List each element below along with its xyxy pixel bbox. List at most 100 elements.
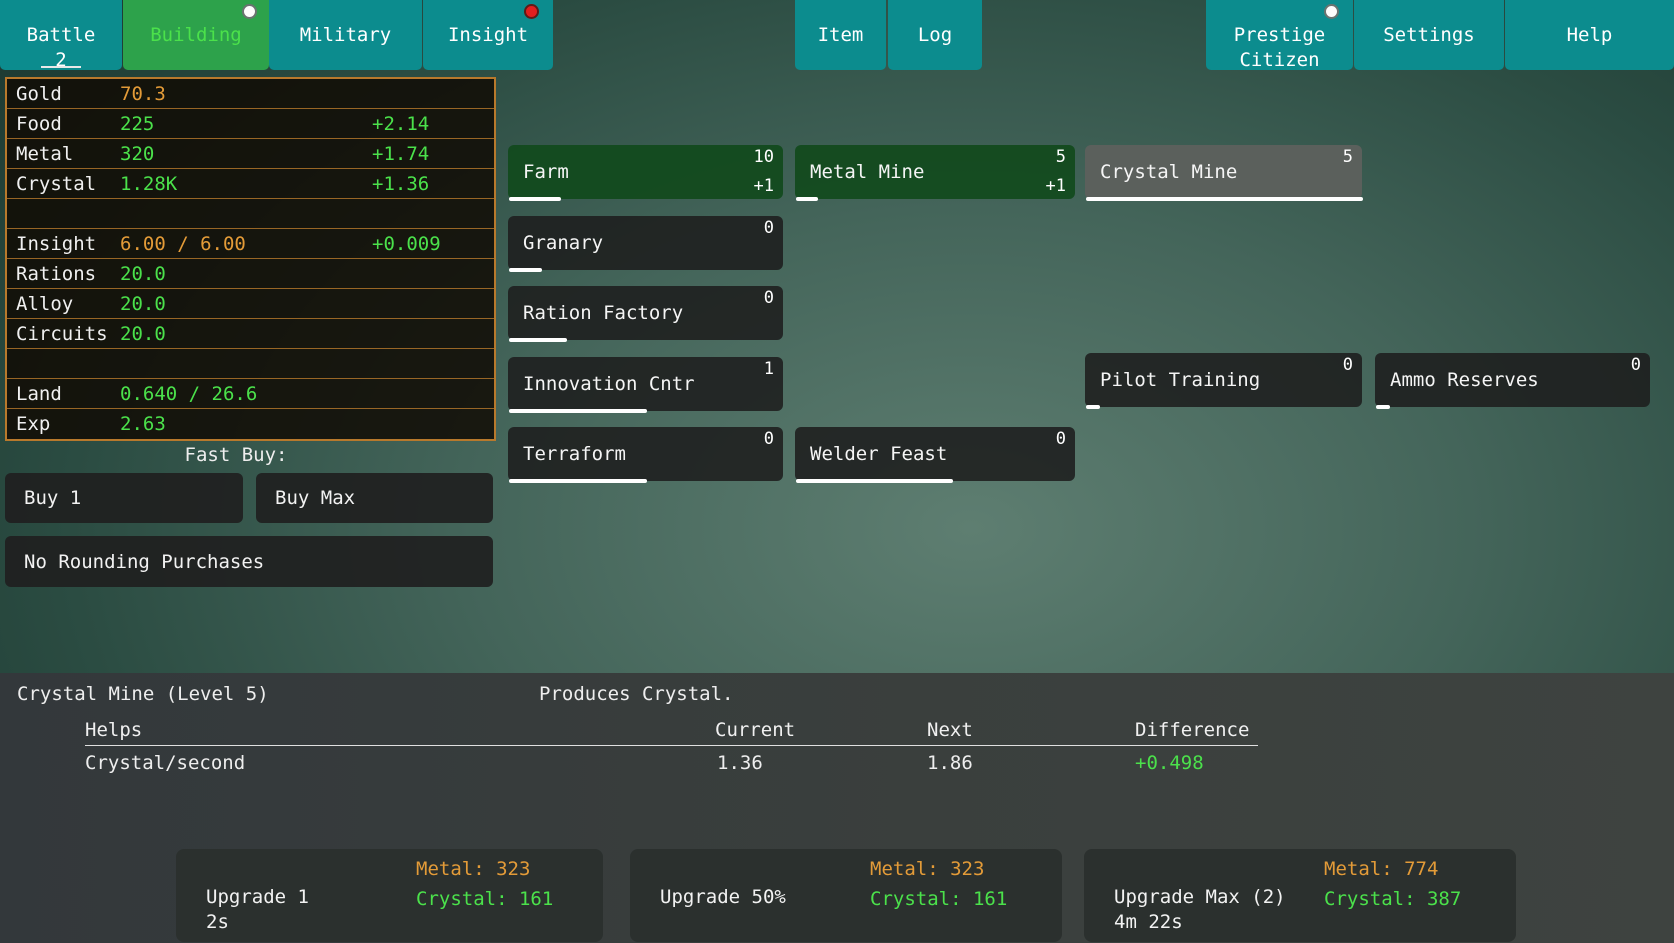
resource-value: 6.00 / 6.00 (120, 233, 246, 255)
building-count: 0 (1343, 355, 1353, 375)
resource-row-metal: Metal 320 +1.74 (7, 139, 494, 169)
upgrade-time: 2s (206, 910, 309, 935)
building-progress-bar (796, 197, 818, 201)
resource-spacer-row (7, 349, 494, 379)
building-name: Granary (523, 232, 603, 254)
resource-value: 20.0 (120, 263, 166, 285)
fast-buy-label: Fast Buy: (136, 444, 336, 466)
tab-help[interactable]: Help (1505, 0, 1674, 70)
buy-1-label: Buy 1 (24, 487, 81, 509)
building-plus-indicator: +1 (1046, 176, 1066, 196)
building-count: 0 (764, 429, 774, 449)
resource-panel: Gold 70.3 Food 225 +2.14 Metal 320 +1.74… (5, 77, 496, 441)
no-rounding-label: No Rounding Purchases (24, 551, 264, 573)
metal-cost: Metal: 774 (1324, 854, 1461, 884)
building-terraform-button[interactable]: Terraform 0 (508, 427, 783, 481)
resource-label: Land (16, 383, 120, 405)
tab-prestige[interactable]: Prestige Citizen (1206, 0, 1353, 70)
resource-value: 2.63 (120, 413, 166, 435)
table-row-next: 1.86 (927, 752, 973, 774)
resource-row-rations: Rations 20.0 (7, 259, 494, 289)
insight-alert-dot-icon (524, 4, 539, 19)
upgrade-50-percent-button[interactable]: Metal: 323 Crystal: 161 Upgrade 50% (630, 849, 1062, 942)
building-name: Metal Mine (810, 161, 924, 183)
buy-max-label: Buy Max (275, 487, 355, 509)
table-header-next: Next (927, 719, 973, 741)
resource-label: Alloy (16, 293, 120, 315)
table-header-divider (85, 745, 1258, 746)
building-crystal-mine-button[interactable]: Crystal Mine 5 (1085, 145, 1362, 199)
tab-settings[interactable]: Settings (1354, 0, 1504, 70)
tab-battle[interactable]: Battle 2 (0, 0, 122, 70)
resource-row-crystal: Crystal 1.28K +1.36 (7, 169, 494, 199)
tab-insight-label: Insight (448, 23, 528, 48)
resource-spacer-row (7, 199, 494, 229)
resource-row-land: Land 0.640 / 26.6 (7, 379, 494, 409)
resource-value: 0.640 / 26.6 (120, 383, 257, 405)
resource-value: 20.0 (120, 293, 166, 315)
tab-item[interactable]: Item (795, 0, 886, 70)
table-row-label: Crystal/second (85, 752, 245, 774)
building-progress-bar (1086, 197, 1363, 201)
resource-rate: +2.14 (372, 113, 429, 135)
building-count: 0 (764, 288, 774, 308)
tab-building-label: Building (150, 23, 242, 48)
resource-label: Circuits (16, 323, 120, 345)
resource-value: 320 (120, 143, 154, 165)
tab-log[interactable]: Log (888, 0, 982, 70)
table-row-current: 1.36 (717, 752, 763, 774)
building-progress-bar (509, 409, 647, 413)
tab-insight[interactable]: Insight (423, 0, 553, 70)
upgrade-1-button[interactable]: Metal: 323 Crystal: 161 Upgrade 1 2s (176, 849, 603, 942)
upgrade-costs: Metal: 323 Crystal: 161 (870, 854, 1007, 914)
building-metal-mine-button[interactable]: Metal Mine 5 +1 (795, 145, 1075, 199)
upgrade-costs: Metal: 774 Crystal: 387 (1324, 854, 1461, 914)
tab-item-label: Item (818, 23, 864, 48)
upgrade-label: Upgrade 50% (660, 885, 786, 910)
resource-row-exp: Exp 2.63 (7, 409, 494, 439)
building-count: 0 (764, 218, 774, 238)
tab-settings-label: Settings (1383, 23, 1475, 48)
table-row-difference: +0.498 (1135, 752, 1204, 774)
no-rounding-purchases-button[interactable]: No Rounding Purchases (5, 536, 493, 587)
building-progress-bar (509, 338, 567, 342)
battle-progress-underline (41, 66, 81, 68)
building-name: Welder Feast (810, 443, 947, 465)
building-welder-feast-button[interactable]: Welder Feast 0 (795, 427, 1075, 481)
building-innovation-cntr-button[interactable]: Innovation Cntr 1 (508, 357, 783, 411)
building-granary-button[interactable]: Granary 0 (508, 216, 783, 270)
building-count: 1 (764, 359, 774, 379)
metal-cost: Metal: 323 (416, 854, 553, 884)
table-header-current: Current (715, 719, 795, 741)
building-ammo-reserves-button[interactable]: Ammo Reserves 0 (1375, 353, 1650, 407)
resource-row-insight: Insight 6.00 / 6.00 +0.009 (7, 229, 494, 259)
building-count: 0 (1056, 429, 1066, 449)
tab-military[interactable]: Military (269, 0, 422, 70)
building-pilot-training-button[interactable]: Pilot Training 0 (1085, 353, 1362, 407)
upgrade-time: 4m 22s (1114, 910, 1286, 935)
crystal-cost: Crystal: 161 (870, 884, 1007, 914)
building-name: Farm (523, 161, 569, 183)
buy-max-button[interactable]: Buy Max (256, 473, 493, 523)
building-progress-bar (1376, 405, 1390, 409)
upgrade-max-button[interactable]: Metal: 774 Crystal: 387 Upgrade Max (2) … (1084, 849, 1516, 942)
tab-military-label: Military (300, 23, 392, 48)
resource-label: Metal (16, 143, 120, 165)
resource-label: Crystal (16, 173, 120, 195)
building-progress-bar (796, 479, 953, 483)
tab-battle-level: 2 (55, 48, 66, 73)
resource-value: 20.0 (120, 323, 166, 345)
building-count: 5 (1343, 147, 1353, 167)
metal-cost: Metal: 323 (870, 854, 1007, 884)
buy-1-button[interactable]: Buy 1 (5, 473, 243, 523)
tab-building[interactable]: Building (123, 0, 269, 70)
building-name: Pilot Training (1100, 369, 1260, 391)
upgrade-label-text: Upgrade Max (2) (1114, 885, 1286, 910)
building-ration-factory-button[interactable]: Ration Factory 0 (508, 286, 783, 340)
upgrade-label: Upgrade Max (2) 4m 22s (1114, 885, 1286, 935)
building-farm-button[interactable]: Farm 10 +1 (508, 145, 783, 199)
resource-row-food: Food 225 +2.14 (7, 109, 494, 139)
building-progress-bar (509, 197, 561, 201)
resource-row-circuits: Circuits 20.0 (7, 319, 494, 349)
resource-rate: +0.009 (372, 233, 441, 255)
